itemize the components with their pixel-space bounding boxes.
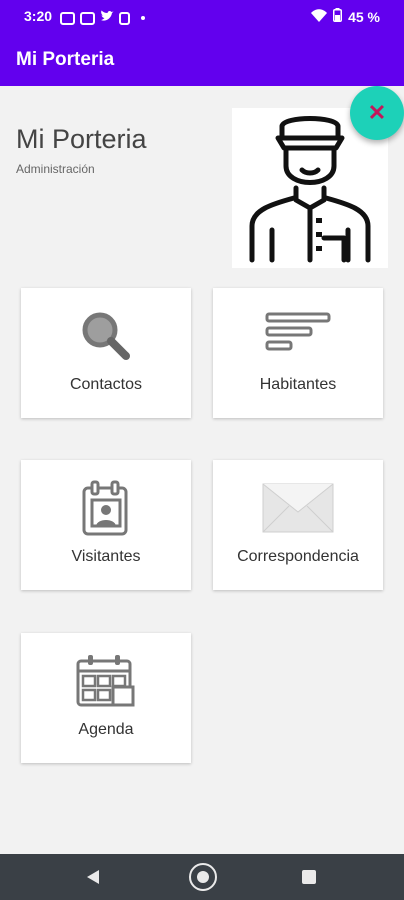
twitter-icon (100, 9, 114, 27)
wifi-icon (311, 8, 328, 25)
card-agenda[interactable]: Agenda (21, 633, 191, 763)
list-icon (263, 308, 333, 363)
envelope-icon (261, 480, 335, 541)
card-label-contactos: Contactos (69, 376, 143, 393)
youtube-icon (60, 11, 75, 25)
search-icon (78, 308, 134, 369)
more-notifications-dot (141, 16, 145, 20)
back-icon[interactable] (86, 869, 100, 890)
page-subtitle: Administración (16, 162, 95, 176)
twitch-icon (80, 11, 95, 25)
close-fab-button[interactable]: ✕ (350, 86, 404, 140)
recent-apps-icon[interactable] (302, 870, 316, 884)
battery-percent: 45 % (348, 8, 380, 25)
sim-icon (119, 11, 130, 25)
home-icon[interactable] (189, 863, 217, 891)
card-habitantes[interactable]: Habitantes (213, 288, 383, 418)
status-bar: 3:20 45 % (0, 0, 404, 32)
status-notification-icons (60, 9, 145, 27)
page-title: Mi Porteria (16, 124, 147, 154)
card-visitantes[interactable]: Visitantes (21, 460, 191, 590)
card-label-agenda: Agenda (78, 721, 134, 738)
app-title: Mi Porteria (16, 49, 115, 70)
system-nav-bar (0, 854, 404, 900)
status-time: 3:20 (24, 8, 53, 24)
status-right: 45 % (311, 8, 380, 25)
card-label-visitantes: Visitantes (71, 548, 141, 565)
calendar-icon (75, 653, 137, 716)
card-contactos[interactable]: Contactos (21, 288, 191, 418)
battery-icon (333, 8, 343, 25)
visitor-badge-icon (78, 480, 134, 543)
app-bar: Mi Porteria (0, 32, 404, 86)
close-icon: ✕ (367, 100, 387, 125)
main-content: Mi Porteria Administración ✕ Contactos H… (0, 86, 404, 854)
card-label-correspondencia: Correspondencia (237, 548, 359, 565)
card-correspondencia[interactable]: Correspondencia (213, 460, 383, 590)
card-label-habitantes: Habitantes (259, 376, 337, 393)
